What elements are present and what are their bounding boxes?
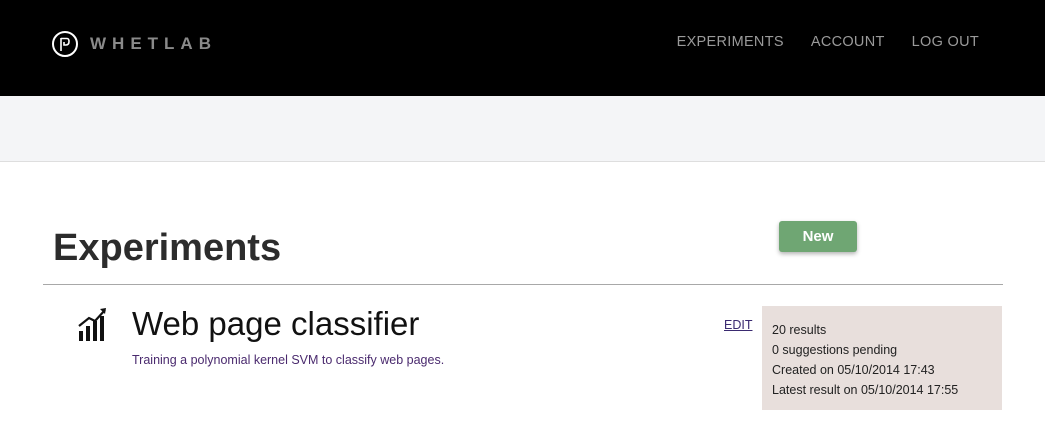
stat-results: 20 results <box>772 323 827 337</box>
experiment-description: Training a polynomial kernel SVM to clas… <box>132 353 445 367</box>
brand-name: WHETLAB <box>90 34 217 53</box>
top-navbar: WHETLAB EXPERIMENTS ACCOUNT LOG OUT <box>0 0 1045 96</box>
main-nav: EXPERIMENTS ACCOUNT LOG OUT <box>677 34 979 50</box>
nav-logout[interactable]: LOG OUT <box>912 34 979 50</box>
brand-logo[interactable]: WHETLAB <box>52 31 217 57</box>
stat-pending: 0 suggestions pending <box>772 343 898 357</box>
nav-experiments[interactable]: EXPERIMENTS <box>677 34 784 50</box>
whetlab-logo-icon <box>52 31 78 57</box>
page-title: Experiments <box>53 227 282 269</box>
stat-latest: Latest result on 05/10/2014 17:55 <box>772 383 959 397</box>
bar-chart-trend-icon <box>78 306 108 347</box>
experiment-title[interactable]: Web page classifier <box>132 304 419 344</box>
stat-created: Created on 05/10/2014 17:43 <box>772 363 935 377</box>
edit-experiment-link[interactable]: EDIT <box>724 318 752 332</box>
nav-account[interactable]: ACCOUNT <box>811 34 885 50</box>
new-experiment-button[interactable]: New <box>779 221 857 252</box>
experiment-stats-panel: 20 results 0 suggestions pending Created… <box>762 306 1002 410</box>
sub-header-band <box>0 96 1045 162</box>
title-divider <box>43 284 1003 285</box>
